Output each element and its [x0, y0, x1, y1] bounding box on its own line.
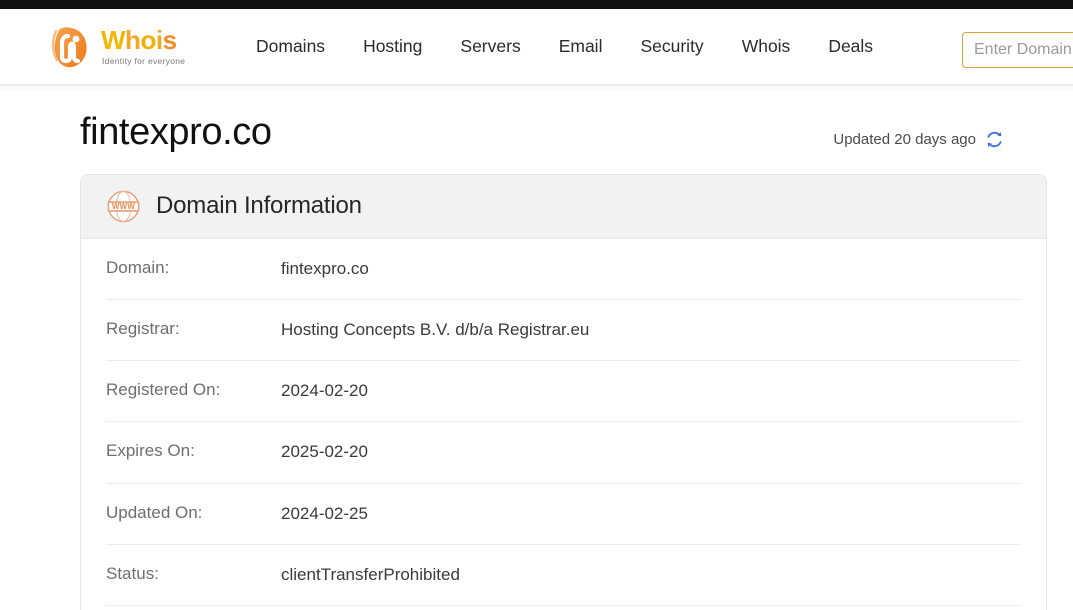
info-row-registered-on: Registered On: 2024-02-20	[106, 361, 1021, 423]
page-title: fintexpro.co	[80, 111, 272, 153]
whois-logo-mark-icon	[49, 24, 99, 70]
logo-wordmark: Whois	[101, 25, 177, 55]
www-globe-icon: WWW	[106, 189, 141, 224]
top-black-bar	[0, 0, 1073, 9]
nav-item-hosting[interactable]: Hosting	[344, 30, 441, 63]
info-value: Hosting Concepts B.V. d/b/a Registrar.eu	[281, 320, 590, 340]
nav-item-servers[interactable]: Servers	[441, 30, 539, 63]
domain-information-card: WWW Domain Information Domain: fintexpro…	[80, 173, 1047, 610]
info-row-updated-on: Updated On: 2024-02-25	[106, 484, 1021, 545]
nav-item-deals[interactable]: Deals	[809, 30, 892, 63]
info-value: clientTransferProhibited	[281, 564, 460, 584]
info-value: fintexpro.co	[281, 258, 369, 278]
info-label: Registered On:	[106, 380, 221, 400]
card-body: Domain: fintexpro.co Registrar: Hosting …	[81, 239, 1046, 610]
main-navigation: Domains Hosting Servers Email Security W…	[237, 30, 892, 63]
info-label: Registrar:	[106, 319, 180, 339]
domain-search-container	[962, 32, 1073, 68]
domain-search-input[interactable]	[962, 32, 1073, 68]
info-row-expires-on: Expires On: 2025-02-20	[106, 422, 1021, 484]
info-value: 2025-02-20	[281, 442, 368, 462]
site-logo[interactable]: Whois Identity for everyone	[49, 23, 201, 71]
page-title-row: fintexpro.co Updated 20 days ago	[80, 90, 1004, 154]
refresh-icon[interactable]	[985, 130, 1004, 149]
page-content: fintexpro.co Updated 20 days ago WWW Dom…	[0, 90, 1073, 610]
updated-text: Updated 20 days ago	[833, 130, 976, 148]
info-row-registrar: Registrar: Hosting Concepts B.V. d/b/a R…	[106, 300, 1021, 362]
site-header: Whois Identity for everyone Domains Host…	[0, 9, 1073, 84]
info-value: 2024-02-25	[281, 503, 368, 523]
logo-tagline: Identity for everyone	[102, 56, 186, 66]
nav-item-security[interactable]: Security	[621, 30, 722, 63]
nav-item-email[interactable]: Email	[540, 30, 622, 63]
info-row-status: Status: clientTransferProhibited	[106, 545, 1021, 607]
info-label: Domain:	[106, 257, 170, 277]
info-value: 2024-02-20	[281, 381, 368, 401]
info-row-name-servers: Name Servers: brady.ns.cloudflare.compri…	[106, 606, 1021, 610]
info-row-domain: Domain: fintexpro.co	[106, 239, 1021, 301]
card-title: Domain Information	[156, 192, 362, 220]
info-label: Expires On:	[106, 441, 195, 461]
nav-item-whois[interactable]: Whois	[723, 30, 810, 63]
nav-item-domains[interactable]: Domains	[237, 30, 344, 63]
logo-text-block: Whois Identity for everyone	[101, 27, 185, 66]
card-header: WWW Domain Information	[81, 174, 1046, 239]
info-label: Updated On:	[106, 502, 203, 522]
updated-status: Updated 20 days ago	[833, 130, 1004, 154]
svg-text:WWW: WWW	[112, 202, 135, 211]
info-label: Status:	[106, 563, 159, 583]
